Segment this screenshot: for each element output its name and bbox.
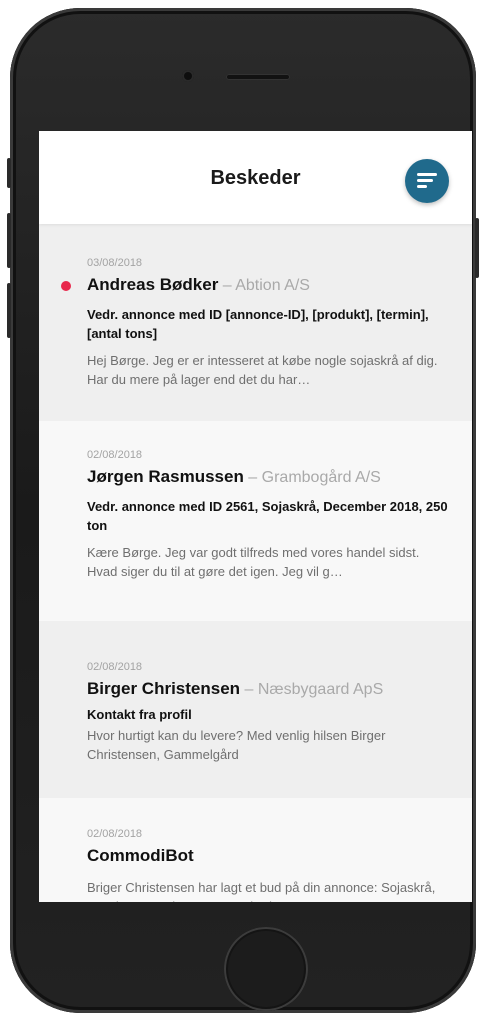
- sender-name: CommodiBot: [87, 846, 194, 865]
- volume-down-button: [7, 283, 11, 338]
- sender-company: Grambogård A/S: [261, 469, 381, 486]
- message-item[interactable]: 02/08/2018 CommodiBot Briger Christensen…: [39, 798, 472, 902]
- earpiece-speaker: [226, 74, 290, 80]
- separator: –: [218, 277, 236, 294]
- message-subject: Vedr. annonce med ID [annonce-ID], [prod…: [87, 307, 429, 341]
- message-preview: Hej Børge. Jeg er er intesseret at købe …: [87, 353, 438, 387]
- message-subject: Kontakt fra profil: [87, 707, 192, 722]
- message-date: 02/08/2018: [87, 661, 143, 673]
- filter-menu-button[interactable]: [405, 159, 449, 203]
- sender-line: CommodiBot: [87, 846, 452, 866]
- app-screen: Beskeder 03/08/2018 Andreas Bødker – Abt…: [39, 131, 472, 902]
- front-camera: [182, 70, 194, 82]
- sender-company: Næsbygaard ApS: [257, 681, 384, 698]
- message-subject: Vedr. annonce med ID 2561, Sojaskrå, Dec…: [87, 499, 448, 533]
- sender-company: Abtion A/S: [235, 277, 310, 294]
- sender-line: Jørgen Rasmussen – Grambogård A/S: [87, 467, 452, 487]
- message-date: 02/08/2018: [87, 449, 143, 461]
- message-list: 03/08/2018 Andreas Bødker – Abtion A/S V…: [39, 224, 472, 902]
- volume-up-button: [7, 213, 11, 268]
- sender-name: Birger Christensen: [87, 679, 241, 698]
- message-item[interactable]: 02/08/2018 Jørgen Rasmussen – Grambogård…: [39, 421, 472, 621]
- separator: –: [243, 469, 262, 486]
- sender-line: Andreas Bødker – Abtion A/S: [87, 275, 452, 295]
- message-preview: Hvor hurtigt kan du levere? Med venlig h…: [87, 728, 386, 762]
- message-item[interactable]: 03/08/2018 Andreas Bødker – Abtion A/S V…: [39, 224, 472, 421]
- mute-switch: [7, 158, 11, 188]
- message-preview: Briger Christensen har lagt et bud på di…: [87, 880, 436, 902]
- message-item[interactable]: 02/08/2018 Birger Christensen – Næsbygaa…: [39, 621, 472, 798]
- unread-indicator: [61, 281, 71, 291]
- home-button[interactable]: [224, 927, 308, 1011]
- sender-name: Jørgen Rasmussen: [87, 467, 244, 486]
- power-button: [475, 218, 479, 278]
- sender-line: Birger Christensen – Næsbygaard ApS: [87, 679, 452, 699]
- message-date: 02/08/2018: [87, 828, 143, 840]
- app-header: Beskeder: [39, 131, 472, 224]
- message-date: 03/08/2018: [87, 257, 143, 269]
- sender-name: Andreas Bødker: [87, 275, 219, 294]
- message-preview: Kære Børge. Jeg var godt tilfreds med vo…: [87, 545, 420, 579]
- separator: –: [240, 681, 258, 698]
